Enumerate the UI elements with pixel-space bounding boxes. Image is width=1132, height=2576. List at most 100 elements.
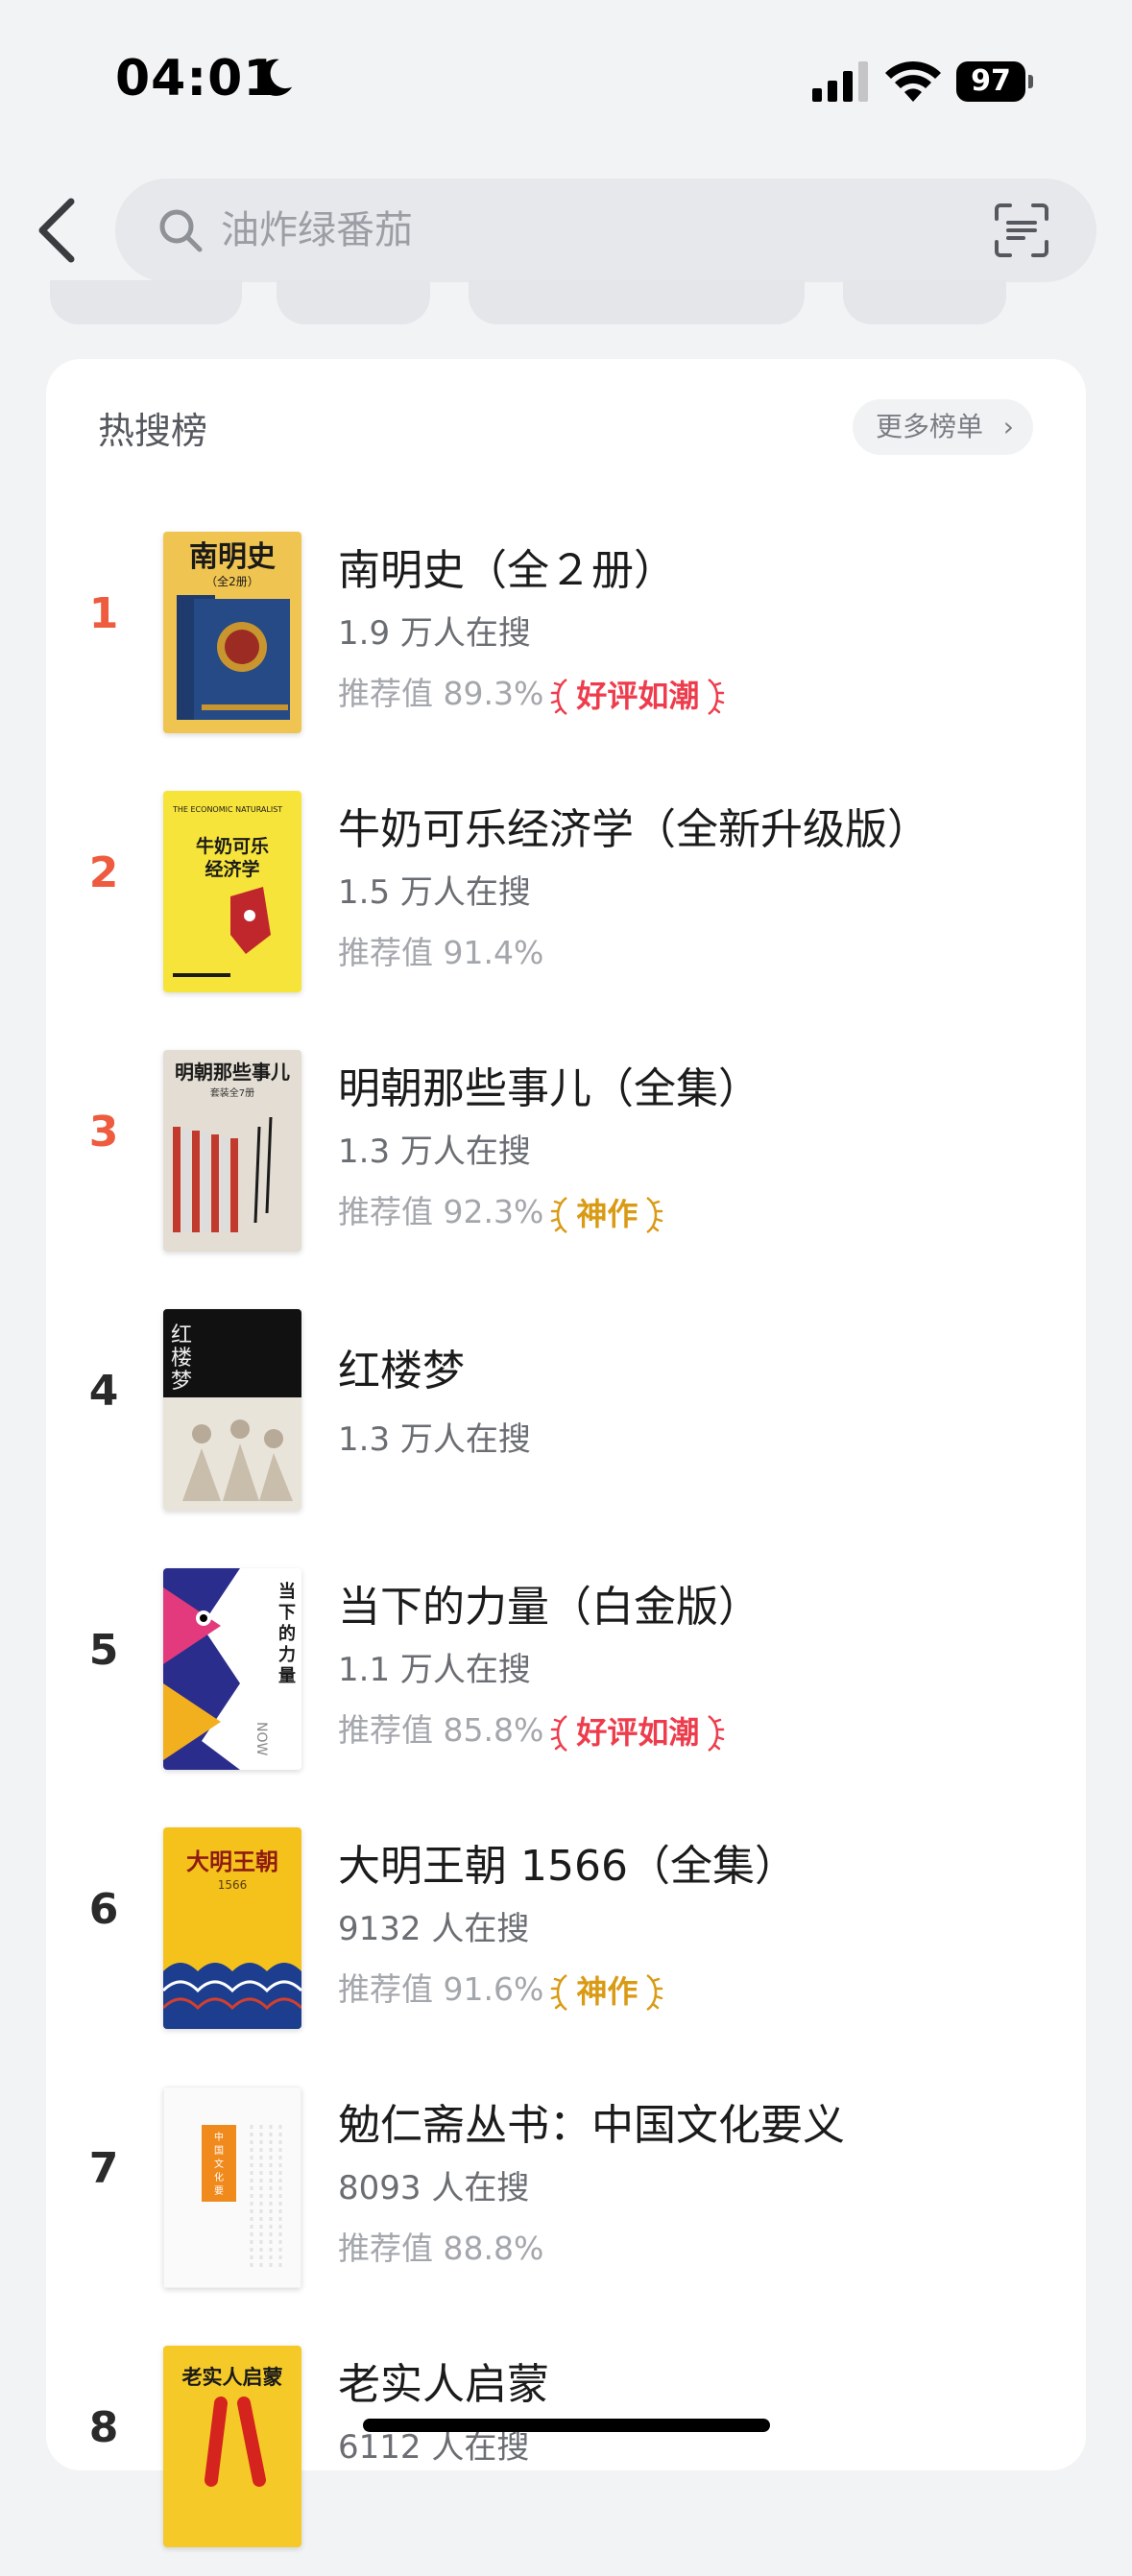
search-count: 1.9 万人在搜 [338, 614, 531, 653]
rank-number: 3 [88, 1108, 119, 1157]
svg-text:中: 中 [214, 2131, 224, 2143]
scan-icon[interactable] [993, 202, 1050, 259]
rank-number: 8 [88, 2403, 119, 2452]
search-icon [159, 209, 203, 252]
book-cover[interactable]: 红 楼 梦 [163, 1309, 301, 1511]
book-title: 牛奶可乐经济学（全新升级版） [338, 805, 929, 854]
svg-text:梦: 梦 [171, 1370, 192, 1394]
masterpiece-badge: 神作 [549, 1971, 664, 2012]
recommend-value: 推荐值 91.4% [338, 927, 543, 973]
battery-indicator: 97 [956, 61, 1033, 102]
battery-level: 97 [956, 61, 1025, 102]
home-indicator[interactable] [363, 2419, 770, 2432]
search-count: 9132 人在搜 [338, 1910, 530, 1948]
laurel-icon [646, 1196, 663, 1233]
history-chip[interactable] [50, 280, 242, 324]
list-item[interactable]: 3 明朝那些事儿 套装全7册 明朝那些事儿（全集） 1.3 万人在搜 推荐值 9… [46, 1021, 1086, 1280]
status-bar: 04:01 97 [0, 0, 1132, 154]
list-item[interactable]: 5 当 下 的 力 量 NOW 当下的力量（白金版） 1.1 万人在搜 推荐值 … [46, 1539, 1086, 1799]
rank-number: 6 [88, 1885, 119, 1934]
book-cover[interactable]: 南明史 （全2册） [163, 532, 301, 733]
book-cover[interactable]: 老实人启蒙 [163, 2346, 301, 2547]
svg-text:老实人启蒙: 老实人启蒙 [182, 2365, 283, 2389]
svg-text:NOW: NOW [253, 1722, 269, 1755]
history-chip[interactable] [843, 280, 1006, 324]
hot-search-card: 热搜榜 更多榜单 › 1 南明史 （全2册） 南明史（全２册） 1.9 万人在搜… [46, 359, 1086, 2547]
svg-text:楼: 楼 [171, 1347, 192, 1371]
list-item[interactable]: 8 老实人启蒙 老实人启蒙 6112 人在搜 [46, 2317, 1086, 2576]
svg-text:国: 国 [214, 2145, 224, 2157]
svg-text:下: 下 [278, 1603, 296, 1623]
book-cover[interactable]: 大明王朝 1566 [163, 1827, 301, 2029]
book-cover[interactable]: 中 国 文 化 要 [163, 2087, 301, 2288]
recommend-text: 推荐值 85.8% [338, 1711, 544, 1749]
rank-number: 5 [88, 1626, 119, 1675]
search-count: 1.5 万人在搜 [338, 873, 531, 912]
acclaim-badge: 好评如潮 [549, 676, 726, 716]
svg-text:力: 力 [278, 1645, 296, 1665]
laurel-icon [708, 1714, 725, 1752]
svg-text:化: 化 [214, 2171, 224, 2183]
list-item[interactable]: 1 南明史 （全2册） 南明史（全２册） 1.9 万人在搜 推荐值 89.3% 好… [46, 503, 1086, 762]
rank-number: 4 [88, 1367, 119, 1416]
laurel-icon [551, 1973, 568, 2011]
svg-text:量: 量 [278, 1665, 296, 1686]
wifi-icon [885, 60, 941, 102]
recommend-text: 推荐值 91.4% [338, 934, 544, 971]
moon-icon [257, 59, 293, 96]
history-chip[interactable] [469, 280, 805, 324]
book-title: 明朝那些事儿（全集） [338, 1064, 760, 1113]
cellular-signal-icon [812, 61, 868, 102]
recommend-value: 推荐值 85.8% 好评如潮 [338, 1705, 726, 1753]
book-title: 老实人启蒙 [338, 2360, 549, 2409]
svg-text:文: 文 [214, 2158, 224, 2170]
recommend-value: 推荐值 92.3% 神作 [338, 1186, 664, 1234]
history-chip[interactable] [277, 280, 430, 324]
list-item[interactable]: 6 大明王朝 1566 大明王朝 1566（全集） 9132 人在搜 推荐值 9… [46, 1799, 1086, 2058]
svg-text:套装全7册: 套装全7册 [210, 1086, 254, 1099]
more-lists-button[interactable]: 更多榜单 › [853, 399, 1033, 455]
acclaim-badge: 好评如潮 [549, 1712, 726, 1753]
book-cover[interactable]: THE ECONOMIC NATURALIST 牛奶可乐 经济学 [163, 791, 301, 992]
hot-list-title: 热搜榜 [98, 410, 208, 452]
book-cover[interactable]: 当 下 的 力 量 NOW [163, 1568, 301, 1770]
list-item[interactable]: 4 红 楼 梦 红楼梦 1.3 万人在搜 [46, 1280, 1086, 1539]
svg-text:南明史: 南明史 [189, 540, 276, 574]
book-cover[interactable]: 明朝那些事儿 套装全7册 [163, 1050, 301, 1252]
svg-text:要: 要 [214, 2185, 224, 2197]
svg-text:明朝那些事儿: 明朝那些事儿 [175, 1061, 290, 1084]
search-count: 1.3 万人在搜 [338, 1420, 531, 1459]
rank-number: 7 [88, 2144, 119, 2193]
search-input[interactable] [221, 179, 970, 282]
svg-text:1566: 1566 [218, 1878, 248, 1892]
masterpiece-badge: 神作 [549, 1194, 664, 1234]
svg-text:当: 当 [278, 1581, 296, 1602]
svg-text:经济学: 经济学 [205, 858, 259, 880]
svg-text:THE ECONOMIC NATURALIST: THE ECONOMIC NATURALIST [172, 805, 282, 814]
rank-number: 1 [88, 589, 119, 638]
search-bar[interactable] [115, 179, 1096, 282]
recommend-text: 推荐值 92.3% [338, 1193, 544, 1230]
book-title: 红楼梦 [338, 1347, 465, 1395]
svg-text:（全2册）: （全2册） [205, 574, 259, 588]
search-count: 1.1 万人在搜 [338, 1651, 531, 1689]
svg-text:的: 的 [278, 1623, 296, 1644]
laurel-icon [646, 1973, 663, 2011]
laurel-icon [551, 1196, 568, 1233]
list-item[interactable]: 7 中 国 文 化 要 勉仁斋丛书：中国文化要义 8093 人在搜 推荐值 88… [46, 2058, 1086, 2317]
list-item[interactable]: 2 THE ECONOMIC NATURALIST 牛奶可乐 经济学 牛奶可乐经… [46, 762, 1086, 1021]
laurel-icon [708, 678, 725, 715]
recommend-value: 推荐值 88.8% [338, 2223, 543, 2269]
search-count: 8093 人在搜 [338, 2169, 530, 2207]
more-lists-label: 更多榜单 [876, 411, 984, 442]
laurel-icon [551, 678, 568, 715]
recommend-text: 推荐值 91.6% [338, 1970, 544, 2008]
rank-number: 2 [88, 848, 119, 897]
search-count: 1.3 万人在搜 [338, 1133, 531, 1171]
book-title: 大明王朝 1566（全集） [338, 1842, 797, 1891]
laurel-icon [551, 1714, 568, 1752]
svg-text:红: 红 [171, 1324, 192, 1348]
svg-text:大明王朝: 大明王朝 [186, 1848, 278, 1875]
book-title: 南明史（全２册） [338, 546, 676, 595]
back-button[interactable] [29, 192, 86, 269]
